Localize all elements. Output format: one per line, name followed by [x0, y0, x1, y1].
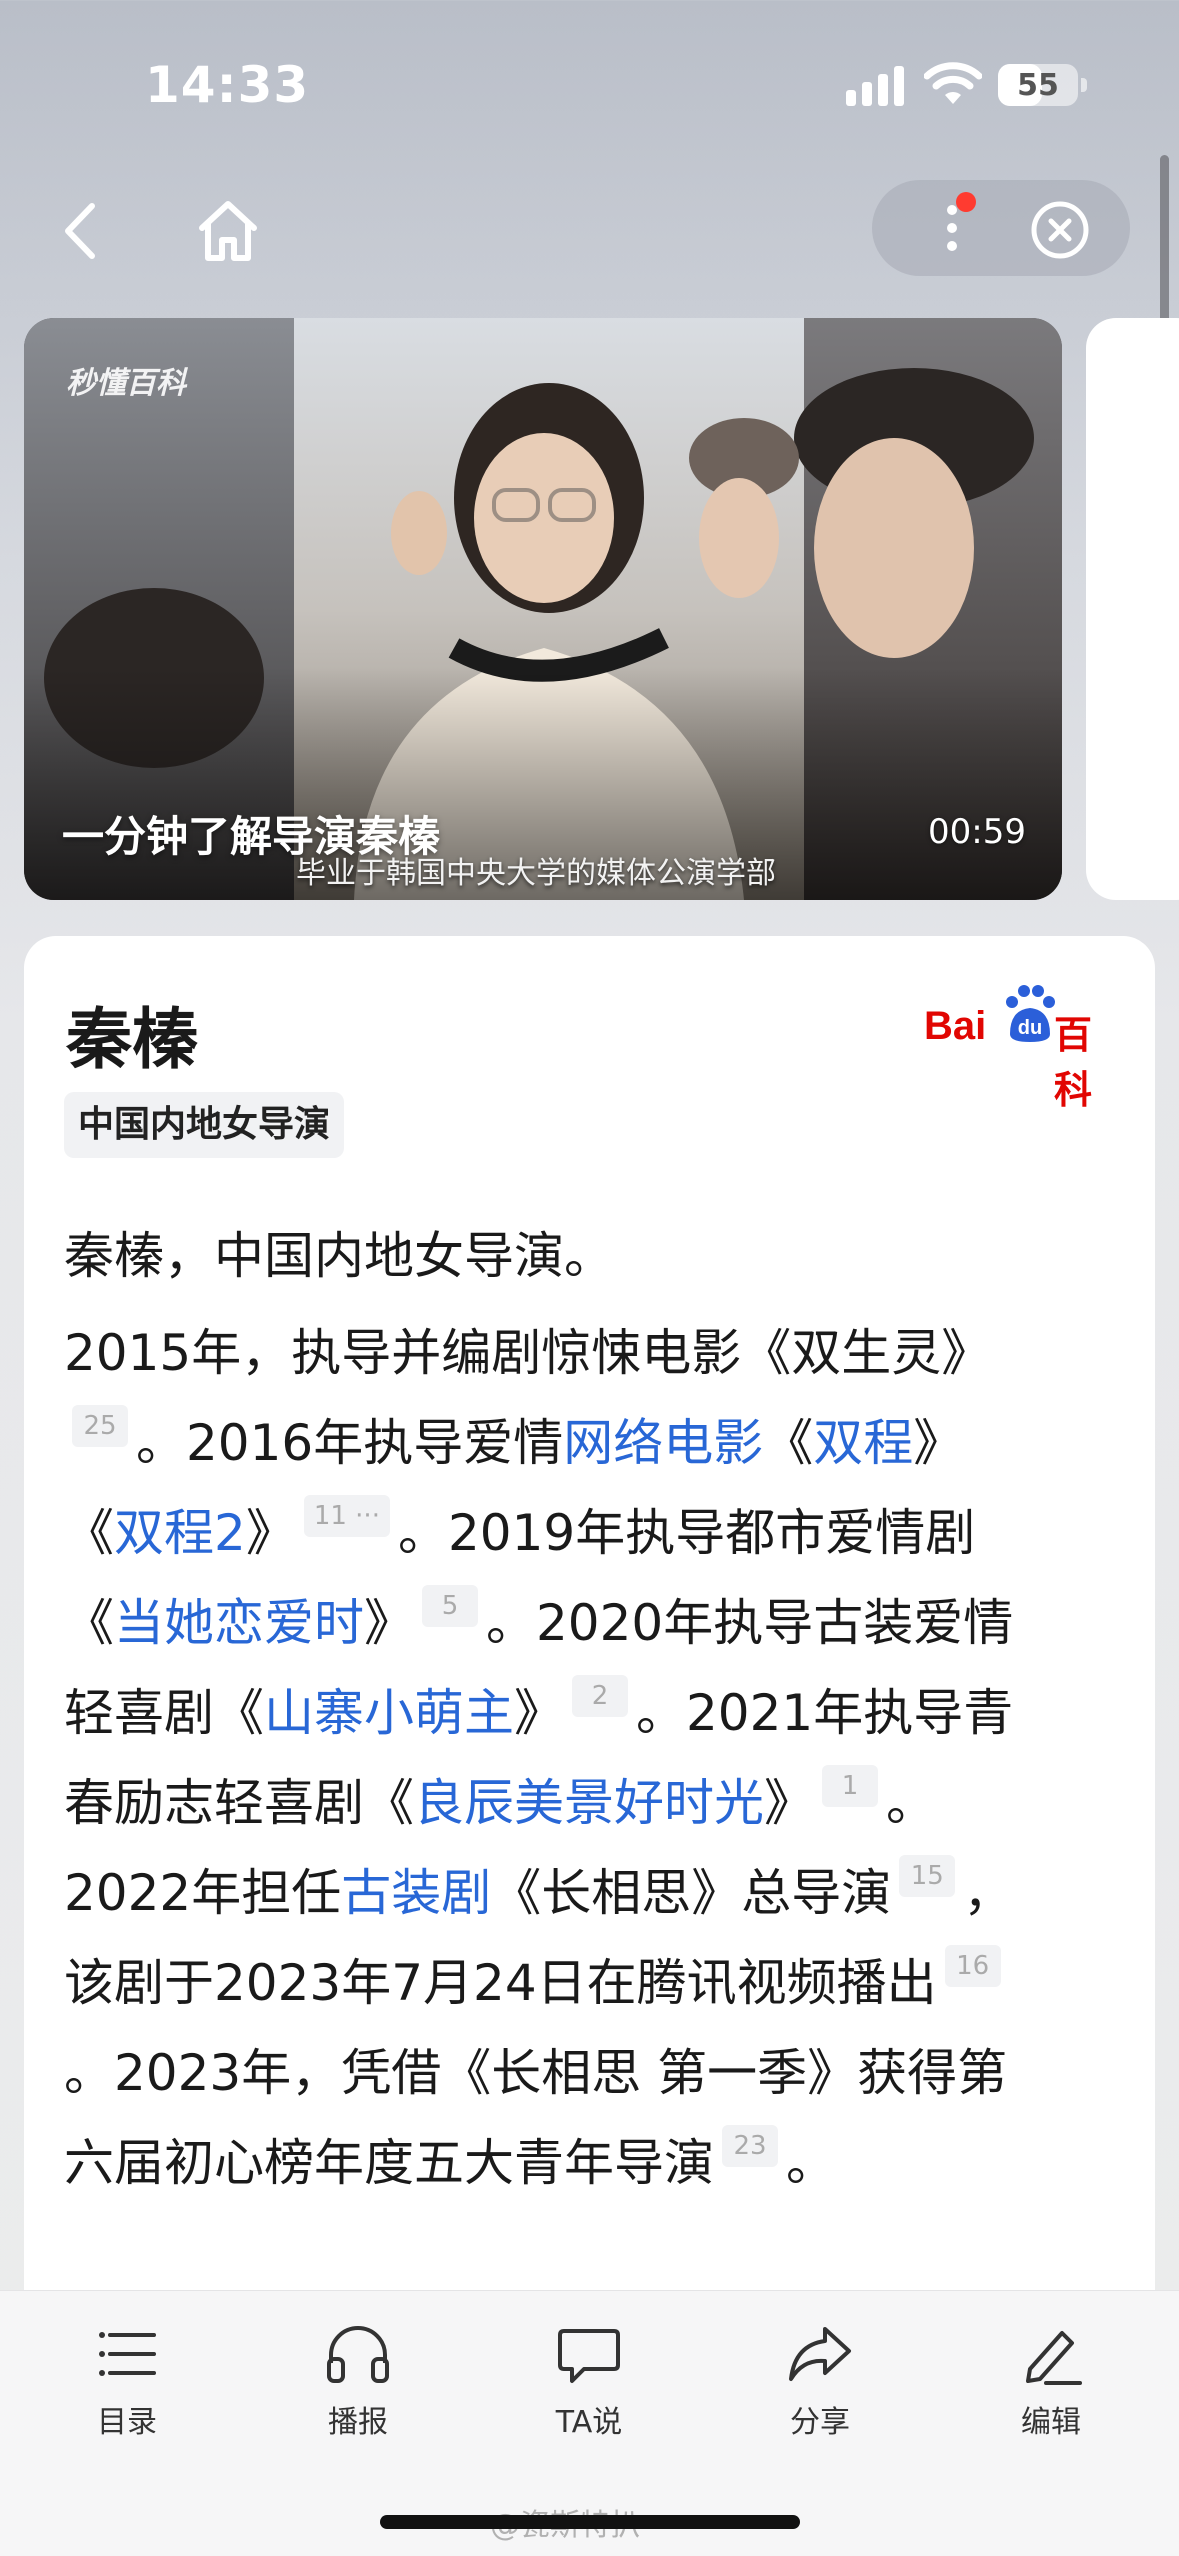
share-icon — [789, 2327, 851, 2381]
body-text-segment: 》 — [364, 1594, 414, 1652]
body-line: 。2023年，凭借《长相思 第一季》获得第 — [64, 2028, 1154, 2118]
reference-badge[interactable]: 23 — [722, 2125, 778, 2167]
body-text-segment: 》 — [913, 1414, 964, 1472]
home-indicator — [380, 2515, 800, 2529]
body-line: 《双程2》 11 ··· 。2019年执导都市爱情剧 — [64, 1488, 1154, 1578]
mini-program-capsule — [872, 180, 1130, 276]
body-line: 该剧于2023年7月24日在腾讯视频播出 16 — [64, 1938, 1154, 2028]
body-text-segment: 六届初心榜年度五大青年导演 — [64, 2134, 714, 2192]
reference-badge[interactable]: 15 — [899, 1855, 956, 1897]
notification-dot — [956, 192, 976, 212]
body-text-segment: 《 — [763, 1414, 814, 1472]
headphones-icon — [327, 2326, 389, 2383]
toolbar-broadcast-button[interactable]: 播报 — [283, 2319, 433, 2459]
inline-link[interactable]: 山寨小萌主 — [264, 1684, 514, 1742]
toolbar-catalog-button[interactable]: 目录 — [52, 2319, 202, 2459]
chat-bubble-icon — [558, 2329, 620, 2383]
body-text-segment: 该剧于2023年7月24日在腾讯视频播出 — [64, 1954, 937, 2012]
body-text-segment: 《 — [64, 1594, 114, 1652]
chevron-left-icon[interactable] — [52, 196, 112, 266]
inline-link[interactable]: 当她恋爱时 — [114, 1594, 364, 1652]
video-duration: 00:59 — [928, 812, 1026, 852]
battery-level: 55 — [1017, 68, 1059, 103]
toolbar-label: TA说 — [555, 2405, 623, 2440]
body-text-segment: 。2020年执导古装爱情 — [486, 1594, 1014, 1652]
body-text-segment: ， — [963, 1864, 1014, 1922]
toolbar-edit-button[interactable]: 编辑 — [976, 2319, 1126, 2459]
body-text-segment: 》 — [245, 1504, 296, 1562]
body-line: 春励志轻喜剧《良辰美景好时光》 1。 — [64, 1758, 1154, 1848]
status-time: 14:33 — [145, 56, 310, 114]
body-text-segment: 春励志轻喜剧《 — [64, 1774, 414, 1832]
body-text-segment: 。2019年执导都市爱情剧 — [397, 1504, 976, 1562]
page-title: 秦榛 — [66, 1001, 198, 1078]
article-card: 秦榛 Bai du 百科 中国内地女导演 秦榛，中国内地女导演。 2015年，执… — [24, 936, 1155, 2436]
baidu-baike-logo: Bai du 百科 — [924, 982, 1124, 1112]
body-text-segment: 2015年，执导并编剧惊悚电影《双生灵》 — [64, 1324, 992, 1382]
inline-link[interactable]: 双程 — [813, 1414, 913, 1472]
toolbar-share-button[interactable]: 分享 — [745, 2319, 895, 2459]
reference-badge[interactable]: 1 — [822, 1765, 878, 1807]
body-line: 2022年担任古装剧《长相思》总导演 15， — [64, 1848, 1154, 1938]
status-bar: 14:33 55 — [0, 0, 1179, 170]
menu-list-icon — [99, 2332, 156, 2376]
toolbar-label: 编辑 — [1021, 2405, 1081, 2440]
inline-link[interactable]: 网络电影 — [563, 1414, 763, 1472]
wifi-icon — [924, 62, 982, 104]
cellular-signal-icon — [846, 66, 906, 106]
reference-badge[interactable]: 25 — [72, 1405, 128, 1447]
video-subtitle: 毕业于韩国中央大学的媒体公演学部 — [296, 856, 776, 891]
body-text-segment: 。 — [886, 1774, 936, 1832]
body-text-segment: 《长相思》总导演 — [491, 1864, 892, 1922]
reference-badge[interactable]: 16 — [944, 1945, 1001, 1987]
description-tag: 中国内地女导演 — [64, 1092, 345, 1158]
inline-link[interactable]: 双程2 — [114, 1504, 246, 1562]
body-text-segment: 2022年担任 — [64, 1864, 342, 1922]
article-body: 2015年，执导并编剧惊悚电影《双生灵》 25 。2016年执导爱情网络电影《双程》… — [64, 1308, 1154, 2208]
body-text-segment: 轻喜剧《 — [64, 1684, 264, 1742]
video-watermark: 秒懂百科 — [66, 366, 186, 401]
close-circle-icon[interactable] — [1030, 200, 1090, 260]
next-card-peek[interactable] — [1086, 318, 1179, 900]
toolbar-label: 播报 — [328, 2405, 388, 2440]
battery-indicator: 55 — [998, 64, 1087, 106]
home-icon[interactable] — [192, 196, 264, 266]
reference-badge[interactable]: 5 — [422, 1585, 478, 1627]
body-text-segment: 。2016年执导爱情 — [136, 1414, 564, 1472]
body-text-segment: 。 — [786, 2134, 836, 2192]
inline-link[interactable]: 良辰美景好时光 — [414, 1774, 764, 1832]
logo-du-text: du — [1018, 1017, 1042, 1039]
body-text-segment: 。2021年执导青 — [636, 1684, 1014, 1742]
body-text-segment: 》 — [764, 1774, 814, 1832]
reference-badge[interactable]: 2 — [572, 1675, 628, 1717]
baidu-paw-icon: du — [1006, 985, 1055, 1042]
body-line: 25 。2016年执导爱情网络电影《双程》 — [64, 1398, 1154, 1488]
body-text-segment: 。2023年，凭借《长相思 第一季》获得第 — [64, 2044, 1008, 2102]
toolbar-label: 目录 — [97, 2405, 157, 2440]
summary-text: 秦榛，中国内地女导演。 — [64, 1227, 614, 1285]
body-text-segment: 》 — [514, 1684, 564, 1742]
video-card[interactable]: 秒懂百科 一分钟了解导演秦榛 毕业于韩国中央大学的媒体公演学部 00:59 — [24, 318, 1062, 900]
edit-pen-icon — [1026, 2331, 1082, 2385]
body-line: 2015年，执导并编剧惊悚电影《双生灵》 — [64, 1308, 1154, 1398]
toolbar-label: 分享 — [790, 2405, 850, 2440]
reference-badge[interactable]: 11 ··· — [303, 1495, 390, 1537]
inline-link[interactable]: 古装剧 — [341, 1864, 491, 1922]
body-line: 轻喜剧《山寨小萌主》 2 。2021年执导青 — [64, 1668, 1154, 1758]
body-text-segment: 《 — [64, 1504, 114, 1562]
body-line: 《当她恋爱时》 5 。2020年执导古装爱情 — [64, 1578, 1154, 1668]
logo-baike-text: 百科 — [1054, 1013, 1093, 1112]
body-line: 六届初心榜年度五大青年导演 23。 — [64, 2118, 1154, 2208]
toolbar-ta-says-button[interactable]: TA说 — [514, 2319, 664, 2459]
logo-bai-text: Bai — [924, 1004, 987, 1048]
